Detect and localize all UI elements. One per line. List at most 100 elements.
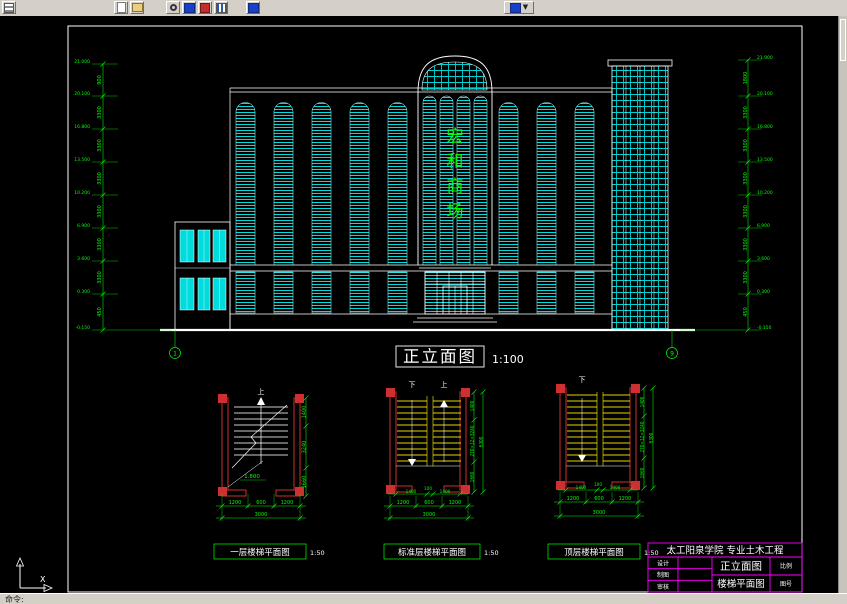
- dim-text: 3000: [423, 512, 436, 518]
- dimension-chain-right: 1800 3300 3300 3300 3300 3300 3300 450 2…: [680, 55, 773, 333]
- open-button[interactable]: [130, 1, 144, 14]
- level-text: 13.500: [757, 157, 773, 163]
- dim-text: 100: [424, 486, 432, 491]
- properties-icon: [247, 2, 259, 13]
- drawing-canvas[interactable]: 宏 和 商 场 900 3300 3300 3300 3300 3300 330…: [0, 16, 838, 593]
- stair-plan-scale: 1:50: [644, 549, 659, 557]
- dim-text: 1660: [470, 471, 475, 482]
- titleblock-drawing-name: 楼梯平面图: [717, 578, 765, 590]
- title-block: 太工阳泉学院 专业土木工程 设计 制图 审核 正立面图 楼梯平面图 比例 图号: [647, 542, 803, 593]
- pan-button[interactable]: [182, 1, 196, 14]
- stair-direction-label: 下: [409, 381, 416, 389]
- dim-text: 270×12=3240: [470, 425, 475, 456]
- chevron-down-icon: ▼: [522, 3, 529, 11]
- dim-text: 900: [97, 75, 103, 85]
- titleblock-cell: 比例: [780, 562, 792, 570]
- level-text: 0.300: [757, 289, 770, 295]
- open-folder-icon: [131, 3, 143, 12]
- dim-text: 6300: [649, 432, 654, 443]
- cad-application-window: ▼ 宏 和 商 场 900 3300 3300 3300 3300 3300 3…: [0, 0, 847, 604]
- dim-text: 1800: [743, 72, 749, 85]
- menu-icon[interactable]: [2, 1, 16, 14]
- titleblock-cell: 制图: [657, 571, 669, 579]
- axis-bubble-label: 1: [173, 351, 177, 358]
- level-text: 3.600: [757, 256, 770, 262]
- dim-text: 3300: [97, 238, 103, 251]
- elevation-title: 正立面图 1:100: [395, 345, 524, 368]
- layers-button[interactable]: [214, 1, 228, 14]
- dim-text: 3300: [743, 271, 749, 284]
- scrollbar-thumb[interactable]: [840, 19, 846, 61]
- stair-plan-scale: 1:50: [484, 549, 499, 557]
- dim-text: 3000: [593, 510, 606, 516]
- sign-char: 商: [447, 177, 464, 197]
- dim-text: 450: [743, 307, 749, 317]
- dim-text: 1400: [640, 396, 645, 407]
- titleblock-drawing-name: 正立面图: [720, 560, 762, 573]
- pan-icon: [183, 2, 195, 13]
- dim-text: 3300: [743, 139, 749, 152]
- vertical-scrollbar[interactable]: [838, 16, 847, 593]
- layers-icon: [215, 2, 227, 13]
- lower-window-strips: [235, 271, 595, 314]
- level-text: 6.900: [77, 223, 90, 229]
- toolbar: ▼: [0, 0, 847, 17]
- dim-text: 600: [594, 496, 604, 502]
- titleblock-header: 太工阳泉学院 专业土木工程: [666, 545, 784, 557]
- level-text: 10.200: [74, 190, 90, 196]
- dim-text: 3300: [97, 139, 103, 152]
- dim-text: 270×12=3240: [640, 421, 645, 452]
- building-elevation: 宏 和 商 场: [160, 55, 695, 332]
- dim-text: 1200: [567, 496, 580, 502]
- new-file-icon: [116, 2, 126, 13]
- level-text: 20.100: [757, 91, 773, 97]
- dim-text: 1400: [610, 485, 621, 490]
- dim-text: 1660: [302, 476, 308, 489]
- properties-button[interactable]: [246, 1, 260, 14]
- level-text: -0.150: [75, 325, 90, 331]
- dim-text: 1200: [229, 500, 242, 506]
- cad-drawing: 宏 和 商 场 900 3300 3300 3300 3300 3300 330…: [15, 25, 803, 593]
- new-button[interactable]: [114, 1, 128, 14]
- titleblock-cell: 设计: [657, 560, 669, 568]
- level-text: 13.500: [74, 157, 90, 163]
- dim-text: 1400: [406, 489, 417, 494]
- ucs-x-label: X: [40, 575, 46, 584]
- drawing-scale: 1:100: [492, 353, 524, 366]
- dim-text: 3300: [743, 238, 749, 251]
- dim-text: 3300: [97, 271, 103, 284]
- level-text: 21.000: [74, 59, 90, 65]
- level-text: 20.100: [74, 91, 90, 97]
- plot-style-dropdown[interactable]: ▼: [504, 1, 534, 14]
- sign-char: 宏: [447, 127, 464, 147]
- dim-text: 1200: [619, 496, 632, 502]
- command-line-label[interactable]: 命令:: [5, 595, 24, 604]
- dim-text: 1200: [449, 500, 462, 506]
- dim-text: 3000: [255, 512, 268, 518]
- stair-plan-scale: 1:50: [310, 549, 325, 557]
- dim-text: 3300: [97, 172, 103, 185]
- dim-text: 600: [424, 500, 434, 506]
- dim-text: 3240: [302, 441, 308, 454]
- dim-text: 100: [594, 482, 602, 487]
- zoom-button[interactable]: [166, 1, 180, 14]
- dim-text: 1400: [440, 489, 451, 494]
- entrance: [413, 267, 497, 323]
- dim-text: 1400: [470, 400, 475, 411]
- dim-text: 1400: [302, 406, 308, 419]
- level-text: 3.600: [77, 256, 90, 262]
- stair-plan-label: 标准层楼梯平面图: [398, 547, 466, 558]
- dim-text: 1660: [640, 467, 645, 478]
- stair-plan-first-floor: 上 1.800 1200 600 1200 3000 1400 3240 166…: [213, 387, 325, 560]
- stair-direction-label: 上: [441, 380, 448, 389]
- stair-plan-label: 一层楼梯平面图: [230, 547, 290, 558]
- redraw-icon: [200, 2, 210, 13]
- level-text: 16.800: [757, 124, 773, 130]
- dim-text: 3300: [743, 106, 749, 119]
- dim-text: 3300: [97, 205, 103, 218]
- left-annex: [174, 221, 231, 331]
- dim-text: 3300: [743, 172, 749, 185]
- redraw-button[interactable]: [198, 1, 212, 14]
- level-text: 16.800: [74, 124, 90, 130]
- dim-text: 1200: [397, 500, 410, 506]
